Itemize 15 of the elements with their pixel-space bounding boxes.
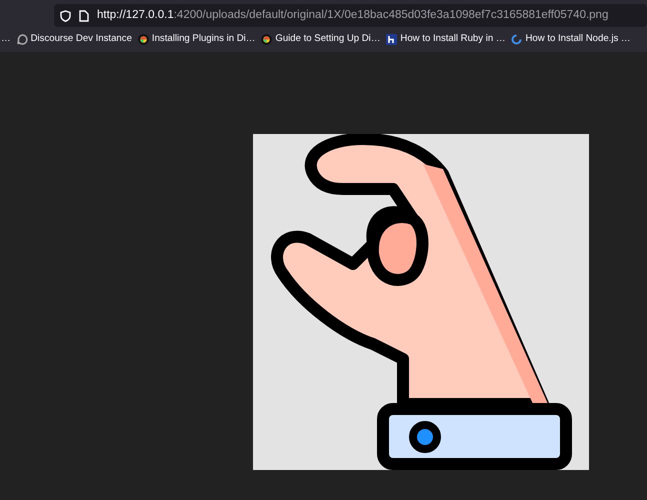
bookmark-link[interactable]: … — [1, 32, 11, 47]
bookmark-link[interactable]: Installing Plugins in Di… — [138, 32, 256, 47]
url-text: http://127.0.0.1:4200/uploads/default/original/1X/0e18bac485d03fe3a1098ef7c3165881eff05740.png — [97, 8, 608, 23]
address-bar[interactable]: http://127.0.0.1:4200/uploads/default/original/1X/0e18bac485d03fe3a1098ef7c3165881eff05740.png — [54, 4, 647, 27]
shield-icon — [60, 10, 71, 22]
page-icon — [79, 10, 89, 22]
chat-bubble-icon — [138, 34, 149, 45]
letter-logo-icon — [386, 34, 398, 45]
chat-bubble-icon — [261, 34, 272, 45]
bookmark-link[interactable]: Discourse Dev Instance — [16, 32, 132, 47]
bookmark-link[interactable]: Guide to Setting Up Di… — [261, 32, 380, 47]
refresh-ring-icon — [511, 34, 522, 45]
bookmark-link[interactable]: How to Install Ruby in … — [386, 32, 506, 47]
bookmark-link[interactable]: How to Install Node.js … — [511, 32, 631, 47]
chat-bubble-icon — [16, 34, 28, 45]
